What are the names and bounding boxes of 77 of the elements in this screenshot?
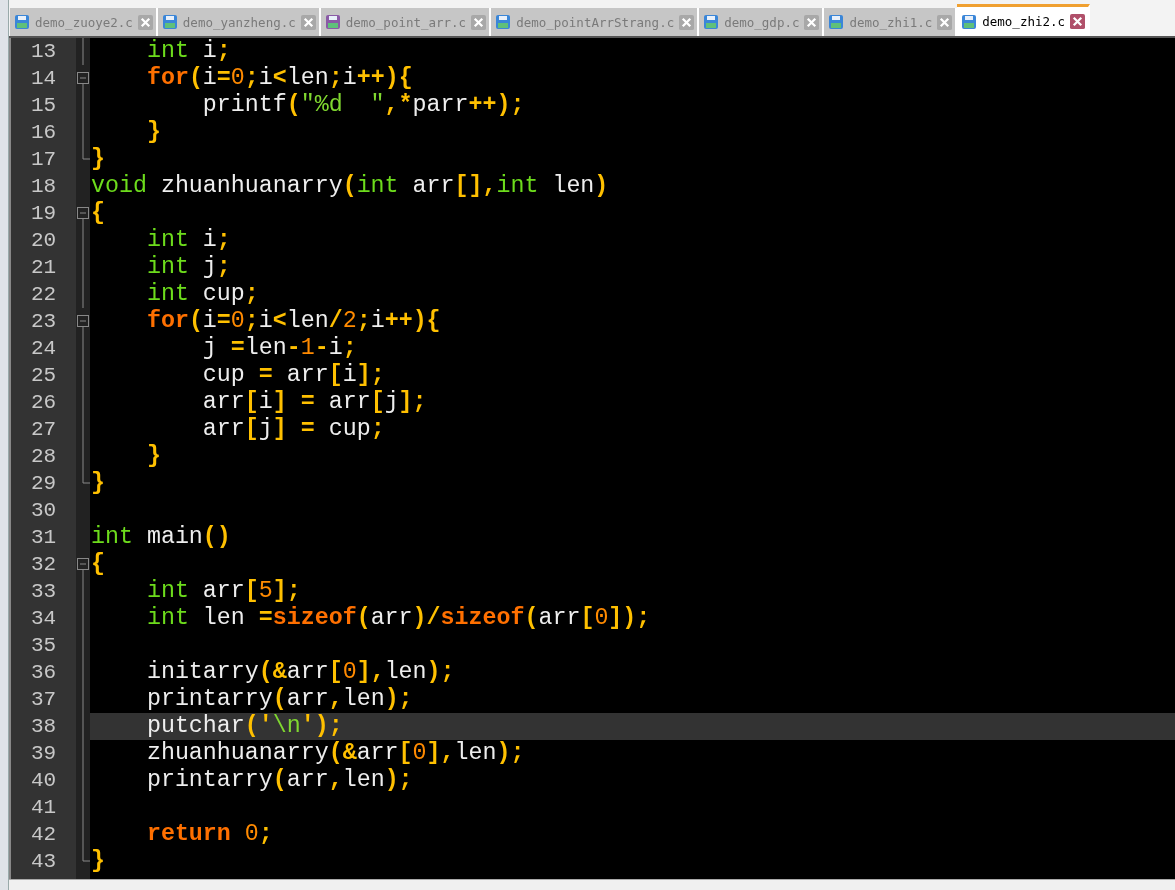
close-icon[interactable] bbox=[804, 14, 820, 30]
close-icon[interactable] bbox=[1070, 14, 1086, 29]
close-icon[interactable] bbox=[679, 14, 695, 30]
line-number: 37 bbox=[29, 687, 58, 713]
line-number: 13 bbox=[29, 39, 58, 65]
file-tab[interactable]: demo_gdp.c bbox=[699, 8, 825, 36]
close-icon[interactable] bbox=[471, 14, 487, 30]
code-line: arr[j] = cup; bbox=[201, 416, 385, 442]
file-tab[interactable]: demo_point_arr.c bbox=[320, 8, 492, 36]
code-line: int main() bbox=[91, 524, 231, 550]
code-line: int arr[5]; bbox=[145, 578, 301, 604]
line-number: 36 bbox=[29, 660, 58, 686]
code-line: putchar('\n'); bbox=[145, 713, 343, 739]
code-line: return 0; bbox=[145, 821, 273, 847]
line-number: 25 bbox=[29, 363, 58, 389]
code-line: for(i=0;i<len;i++){ bbox=[145, 65, 413, 91]
code-line: zhuanhuanarry(&arr[0],len); bbox=[145, 740, 525, 766]
line-number: 41 bbox=[29, 795, 58, 821]
line-number: 33 bbox=[29, 579, 58, 605]
line-number: 40 bbox=[29, 768, 58, 794]
line-number: 42 bbox=[29, 822, 58, 848]
code-line: } bbox=[145, 119, 161, 145]
file-tab[interactable]: demo_pointArrStrang.c bbox=[491, 8, 700, 36]
close-icon[interactable] bbox=[300, 14, 316, 30]
fold-toggle-icon[interactable] bbox=[77, 315, 89, 335]
line-number: 30 bbox=[29, 498, 58, 524]
line-number: 22 bbox=[29, 282, 58, 308]
line-number: 14 bbox=[29, 66, 58, 92]
line-number: 32 bbox=[29, 552, 58, 578]
code-line: int i; bbox=[145, 38, 231, 64]
code-line: } bbox=[91, 470, 105, 496]
code-line: cup = arr[i]; bbox=[201, 362, 385, 388]
code-line: int i; bbox=[145, 227, 231, 253]
code-line: int cup; bbox=[145, 281, 259, 307]
file-tab[interactable]: demo_zuoye2.c bbox=[10, 8, 158, 36]
code-line: int j; bbox=[145, 254, 231, 280]
fold-toggle-icon[interactable] bbox=[77, 207, 89, 227]
file-tab[interactable]: demo_zhi2.c bbox=[957, 4, 1091, 36]
code-line: { bbox=[91, 551, 105, 577]
line-number: 21 bbox=[29, 255, 58, 281]
line-number: 23 bbox=[29, 309, 58, 335]
line-number: 26 bbox=[29, 390, 58, 416]
code-line: printf("%d ",*parr++); bbox=[201, 92, 525, 118]
line-number: 39 bbox=[29, 741, 58, 767]
line-number: 38 bbox=[29, 714, 58, 740]
close-icon[interactable] bbox=[937, 14, 953, 30]
file-tab[interactable]: demo_yanzheng.c bbox=[157, 8, 321, 36]
code-line: { bbox=[91, 200, 105, 226]
code-line: void zhuanhuanarry(int arr[],int len) bbox=[91, 173, 609, 199]
line-number: 28 bbox=[29, 444, 58, 470]
code-line: j =len-1-i; bbox=[201, 335, 357, 361]
code-line: for(i=0;i<len/2;i++){ bbox=[145, 308, 441, 334]
code-line: printarry(arr,len); bbox=[145, 767, 413, 793]
fold-toggle-icon[interactable] bbox=[77, 558, 89, 578]
line-number: 24 bbox=[29, 336, 58, 362]
line-number: 17 bbox=[29, 147, 58, 173]
line-number: 18 bbox=[29, 174, 58, 200]
code-line: initarry(&arr[0],len); bbox=[145, 659, 455, 685]
code-line: int len =sizeof(arr)/sizeof(arr[0]); bbox=[145, 605, 651, 631]
code-line: } bbox=[91, 146, 105, 172]
line-number: 27 bbox=[29, 417, 58, 443]
close-icon[interactable] bbox=[137, 14, 153, 30]
code-line: } bbox=[91, 848, 105, 874]
file-tab[interactable]: demo_zhi1.c bbox=[824, 8, 958, 36]
code-line: } bbox=[145, 443, 161, 469]
line-number: 34 bbox=[29, 606, 58, 632]
fold-toggle-icon[interactable] bbox=[77, 72, 89, 92]
line-number: 19 bbox=[29, 201, 58, 227]
line-number: 31 bbox=[29, 525, 58, 551]
line-number: 20 bbox=[29, 228, 58, 254]
line-number: 15 bbox=[29, 93, 58, 119]
line-number: 43 bbox=[29, 849, 58, 875]
code-line: arr[i] = arr[j]; bbox=[201, 389, 427, 415]
code-line: printarry(arr,len); bbox=[145, 686, 413, 712]
line-number: 35 bbox=[29, 633, 58, 659]
line-number: 16 bbox=[29, 120, 58, 146]
line-number: 29 bbox=[29, 471, 58, 497]
